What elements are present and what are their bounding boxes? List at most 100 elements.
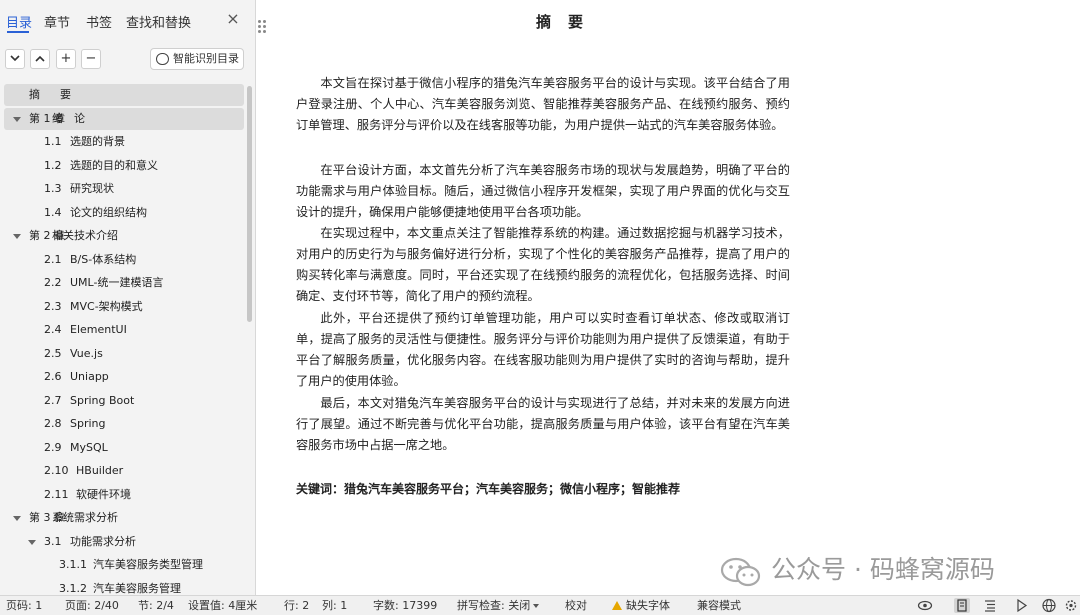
toc-item[interactable]: 3.1.1 汽车美容服务类型管理 <box>4 554 244 576</box>
smart-toc-button[interactable]: 智能识别目录 <box>150 48 244 70</box>
toc-item-label: 汽车美容服务类型管理 <box>93 558 203 571</box>
toc-item-number: 2.11 <box>44 487 69 501</box>
abstract-paragraph: 在实现过程中，本文重点关注了智能推荐系统的构建。通过数据挖掘与机器学习技术，对用… <box>296 226 790 303</box>
toc-item[interactable]: 1.4 论文的组织结构 <box>4 202 244 224</box>
expand-caret-icon[interactable] <box>13 116 21 122</box>
toc-item-label: 功能需求分析 <box>70 534 136 548</box>
wechat-icon <box>720 557 761 587</box>
nav-tabs: 目录 章节 书签 查找和替换 × <box>0 0 255 40</box>
toc-item[interactable]: 2.4 ElementUI <box>4 319 244 341</box>
expand-caret-icon[interactable] <box>13 234 21 239</box>
toc-item-number: 2.3 <box>44 299 62 313</box>
toc-item[interactable]: 3.1.2 汽车美容服务管理 <box>4 578 244 596</box>
status-page[interactable]: 页面: 2/40 <box>65 596 119 615</box>
toc-item[interactable]: 3.1 功能需求分析 <box>4 531 244 553</box>
status-bar: 页码: 1 页面: 2/40 节: 2/4 设置值: 4厘米 行: 2 列: 1… <box>0 595 1080 615</box>
toc-item[interactable]: 2.2 UML-统一建模语言 <box>4 272 244 294</box>
play-icon[interactable] <box>1013 598 1029 613</box>
toc-item-label: MVC-架构模式 <box>70 299 143 313</box>
active-tab-indicator <box>7 31 29 33</box>
add-heading-button[interactable]: + <box>56 49 76 69</box>
toc-item-label: 绪 论 <box>52 111 85 125</box>
smart-toc-label: 智能识别目录 <box>173 52 239 65</box>
expand-caret-icon[interactable] <box>28 539 36 545</box>
toc-item[interactable]: 2.7 Spring Boot <box>4 390 244 412</box>
toc-item-number: 3.1.2 <box>59 581 87 595</box>
toc-item-number: 2.6 <box>44 370 62 383</box>
status-page-number[interactable]: 页码: 1 <box>6 596 42 615</box>
eye-icon[interactable] <box>917 598 933 613</box>
toc-item-label: Spring <box>70 417 106 430</box>
toc-item-number: 2.10 <box>44 464 69 477</box>
collapse-all-button[interactable] <box>5 49 25 69</box>
toc-item[interactable]: 摘要 <box>4 84 244 106</box>
abstract-paragraph: 本文旨在探讨基于微信小程序的猎兔汽车美容服务平台的设计与实现。该平台结合了用户登… <box>296 76 790 132</box>
toc-item[interactable]: 1.3 研究现状 <box>4 178 244 200</box>
missing-font-label: 缺失字体 <box>626 599 670 612</box>
toc-item[interactable]: 第 3 章系统需求分析 <box>4 507 244 529</box>
toc-item-number: 1.1 <box>44 135 62 148</box>
toc-item[interactable]: 2.11 软硬件环境 <box>4 484 244 506</box>
toc-item-label: ElementUI <box>70 323 127 336</box>
navigation-pane: 目录 章节 书签 查找和替换 × + − 智能识别目录 摘要第 1 章绪 论 1.… <box>0 0 256 595</box>
abstract-paragraph: 最后，本文对猎兔汽车美容服务平台的设计与实现进行了总结，并对未来的发展方向进行了… <box>296 396 790 452</box>
toc-toolbar: + − 智能识别目录 <box>0 48 255 74</box>
toc-item[interactable]: 2.6 Uniapp <box>4 366 244 388</box>
status-word-count[interactable]: 字数: 17399 <box>373 596 437 615</box>
toc-item-label: 选题的目的和意义 <box>70 158 158 172</box>
toc-item-label: 系统需求分析 <box>52 511 118 524</box>
toc-item[interactable]: 2.1 B/S-体系结构 <box>4 249 244 271</box>
toc-item[interactable]: 2.10 HBuilder <box>4 460 244 482</box>
watermark: 公众号 · 码蜂窝源码 <box>720 553 1060 587</box>
status-column[interactable]: 列: 1 <box>322 596 347 615</box>
toc-item[interactable]: 2.8 Spring <box>4 413 244 435</box>
toc-item[interactable]: 第 1 章绪 论 <box>4 107 244 130</box>
toc-item-label: Spring Boot <box>70 393 135 407</box>
web-icon[interactable] <box>1041 598 1057 613</box>
document-title: 摘 要 <box>535 13 584 31</box>
toc-item-label: Vue.js <box>70 346 103 360</box>
toc-item-label: 论文的组织结构 <box>70 205 147 219</box>
remove-heading-button[interactable]: − <box>81 49 101 69</box>
toc-item[interactable]: 2.3 MVC-架构模式 <box>4 296 244 318</box>
toc-item-number: 3.1 <box>44 534 62 548</box>
status-setting-value[interactable]: 设置值: 4厘米 <box>188 596 257 615</box>
toc-item-label: 软硬件环境 <box>76 487 131 501</box>
toc-scrollbar[interactable] <box>247 86 252 322</box>
close-icon[interactable]: × <box>223 9 243 29</box>
toc-item-number: 2.5 <box>44 346 62 360</box>
toc-item-number: 1.3 <box>44 182 62 195</box>
status-section[interactable]: 节: 2/4 <box>138 596 174 615</box>
toc-item-label: 研究现状 <box>70 182 114 195</box>
toc-item[interactable]: 2.5 Vue.js <box>4 343 244 365</box>
toc-item[interactable]: 2.9 MySQL <box>4 437 244 459</box>
expand-caret-icon[interactable] <box>13 516 21 521</box>
toc-item-number: 1.2 <box>44 158 62 172</box>
expand-all-button[interactable] <box>30 49 50 69</box>
spell-check-toggle[interactable]: 拼写检查: 关闭 <box>457 596 540 615</box>
toc-item[interactable]: 第 2 章相关技术介绍 <box>4 225 244 247</box>
settings-icon[interactable] <box>1063 598 1079 613</box>
tab-bookmarks[interactable]: 书签 <box>86 12 112 31</box>
toc-item-number: 摘 <box>29 88 40 101</box>
proofread-button[interactable]: 校对 <box>565 596 587 615</box>
outline-view-icon[interactable] <box>982 598 998 613</box>
minus-icon: − <box>85 51 97 66</box>
status-row[interactable]: 行: 2 <box>284 596 309 615</box>
toc-item[interactable]: 1.2 选题的目的和意义 <box>4 155 244 177</box>
page-view-icon[interactable] <box>954 598 970 613</box>
tab-toc[interactable]: 目录 <box>6 12 32 31</box>
chevron-down-icon <box>533 604 540 608</box>
missing-font-button[interactable]: 缺失字体 <box>612 596 670 615</box>
toc-item-number: 3.1.1 <box>59 558 87 571</box>
toc-item[interactable]: 1.1 选题的背景 <box>4 131 244 153</box>
tab-find-replace[interactable]: 查找和替换 <box>126 12 191 31</box>
toc-item-number: 2.9 <box>44 440 62 454</box>
tab-chapters[interactable]: 章节 <box>44 12 70 31</box>
toc-item-label: 汽车美容服务管理 <box>93 581 181 595</box>
toc-item-label: 要 <box>60 88 71 101</box>
abstract-paragraph: 此外，平台还提供了预约订单管理功能，用户可以实时查看订单状态、修改或取消订单，提… <box>296 311 790 388</box>
drag-handle-icon[interactable] <box>258 20 268 34</box>
toc-item-label: HBuilder <box>76 464 124 477</box>
chevron-up-icon <box>35 55 45 62</box>
